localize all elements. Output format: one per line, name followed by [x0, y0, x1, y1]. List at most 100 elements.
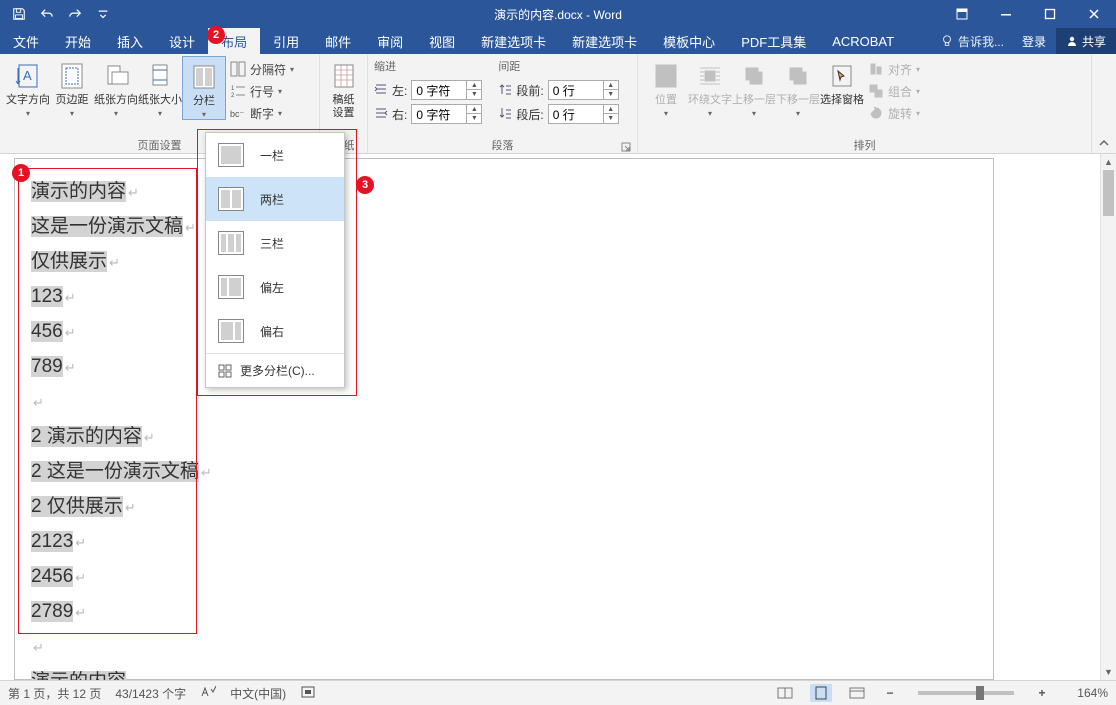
- document-line[interactable]: 仅供展示↵: [31, 245, 977, 280]
- save-button[interactable]: [6, 2, 32, 26]
- document-line[interactable]: ↵: [31, 385, 977, 420]
- status-word-count[interactable]: 43/1423 个字: [115, 685, 186, 702]
- tab-design[interactable]: 设计: [156, 28, 208, 54]
- minimize-button[interactable]: [984, 0, 1028, 28]
- group-icon: [868, 83, 884, 99]
- selection-pane-button[interactable]: 选择窗格: [820, 56, 864, 107]
- manuscript-button[interactable]: 稿纸设置: [326, 56, 361, 120]
- scroll-track[interactable]: [1101, 170, 1116, 664]
- document-line[interactable]: 789↵: [31, 350, 977, 385]
- document-line[interactable]: 2123↵: [31, 525, 977, 560]
- size-button[interactable]: 纸张大小▾: [138, 56, 182, 118]
- document-line[interactable]: 这是一份演示文稿↵: [31, 210, 977, 245]
- send-backward-button: 下移一层▾: [776, 56, 820, 118]
- document-line[interactable]: 2789↵: [31, 595, 977, 630]
- breaks-button[interactable]: 分隔符▾: [230, 58, 294, 80]
- tab-pdf[interactable]: PDF工具集: [728, 28, 819, 54]
- zoom-out-button[interactable]: −: [882, 686, 898, 700]
- document-line[interactable]: 演示的内容↵: [31, 175, 977, 210]
- spacing-after-spinner[interactable]: 段后: ▲▼: [498, 104, 618, 124]
- bring-forward-button: 上移一层▾: [732, 56, 776, 118]
- document-line[interactable]: 2 仅供展示↵: [31, 490, 977, 525]
- close-button[interactable]: [1072, 0, 1116, 28]
- tab-template[interactable]: 模板中心: [650, 28, 728, 54]
- scroll-down-button[interactable]: ▼: [1101, 664, 1116, 680]
- indent-left-icon: [374, 82, 388, 99]
- zoom-slider[interactable]: [918, 691, 1014, 695]
- indent-right-icon: [374, 106, 388, 123]
- document-page[interactable]: 演示的内容↵这是一份演示文稿↵仅供展示↵123↵456↵789↵↵2 演示的内容…: [14, 158, 994, 680]
- paragraph-group-label: 段落: [374, 137, 631, 153]
- status-macro-icon[interactable]: [300, 684, 316, 703]
- indent-right-input[interactable]: [412, 107, 466, 121]
- document-line[interactable]: 2 演示的内容↵: [31, 420, 977, 455]
- columns-option-left[interactable]: 偏左: [206, 265, 344, 309]
- title-bar: 演示的内容.docx - Word: [0, 0, 1116, 28]
- scroll-thumb[interactable]: [1103, 170, 1114, 216]
- qat-customize-button[interactable]: [90, 2, 116, 26]
- tab-acrobat[interactable]: ACROBAT: [819, 28, 907, 54]
- columns-option-right[interactable]: 偏右: [206, 309, 344, 353]
- ribbon-display-button[interactable]: [940, 0, 984, 28]
- columns-option-two[interactable]: 两栏: [206, 177, 344, 221]
- tab-insert[interactable]: 插入: [104, 28, 156, 54]
- indent-left-spinner[interactable]: 左: ▲▼: [374, 80, 482, 100]
- paragraph-launcher[interactable]: [621, 142, 631, 152]
- columns-option-three[interactable]: 三栏: [206, 221, 344, 265]
- columns-option-more[interactable]: 更多分栏(C)...: [206, 353, 344, 387]
- tab-file[interactable]: 文件: [0, 28, 52, 54]
- columns-icon: [188, 61, 220, 93]
- login-button[interactable]: 登录: [1012, 33, 1056, 50]
- tab-home[interactable]: 开始: [52, 28, 104, 54]
- columns-button[interactable]: 分栏▾: [182, 56, 226, 120]
- tab-newtab2[interactable]: 新建选项卡: [559, 28, 650, 54]
- document-line[interactable]: 2456↵: [31, 560, 977, 595]
- tab-newtab1[interactable]: 新建选项卡: [468, 28, 559, 54]
- zoom-slider-thumb[interactable]: [976, 686, 984, 700]
- group-objects-button: 组合▾: [868, 80, 920, 102]
- tab-references[interactable]: 引用: [260, 28, 312, 54]
- document-area: 演示的内容↵这是一份演示文稿↵仅供展示↵123↵456↵789↵↵2 演示的内容…: [0, 154, 1116, 680]
- margins-icon: [56, 60, 88, 92]
- document-line[interactable]: ↵: [31, 630, 977, 665]
- tell-me-search[interactable]: 告诉我...: [932, 33, 1012, 50]
- status-spellcheck-icon[interactable]: [200, 684, 216, 703]
- text-direction-button[interactable]: A 文字方向▾: [6, 56, 50, 118]
- hyphenation-button[interactable]: bc⁻断字▾: [230, 102, 294, 124]
- tab-review[interactable]: 审阅: [364, 28, 416, 54]
- orientation-button[interactable]: 纸张方向▾: [94, 56, 138, 118]
- undo-button[interactable]: [34, 2, 60, 26]
- redo-button[interactable]: [62, 2, 88, 26]
- document-line[interactable]: 123↵: [31, 280, 977, 315]
- maximize-button[interactable]: [1028, 0, 1072, 28]
- view-read-mode-button[interactable]: [774, 684, 796, 702]
- spacing-before-spinner[interactable]: 段前: ▲▼: [498, 80, 618, 100]
- indent-right-spinner[interactable]: 右: ▲▼: [374, 104, 482, 124]
- document-line[interactable]: 456↵: [31, 315, 977, 350]
- wrap-text-button: 环绕文字▾: [688, 56, 732, 118]
- margins-button[interactable]: 页边距▾: [50, 56, 94, 118]
- zoom-level[interactable]: 164%: [1064, 686, 1108, 700]
- rotate-button: 旋转▾: [868, 102, 920, 124]
- document-line[interactable]: 2 这是一份演示文稿↵: [31, 455, 977, 490]
- scroll-up-button[interactable]: ▲: [1101, 154, 1116, 170]
- annotation-marker-3: 3: [356, 176, 374, 194]
- vertical-scrollbar[interactable]: ▲ ▼: [1100, 154, 1116, 680]
- zoom-in-button[interactable]: +: [1034, 686, 1050, 700]
- line-numbers-button[interactable]: 12行号▾: [230, 80, 294, 102]
- bring-forward-icon: [738, 60, 770, 92]
- status-language[interactable]: 中文(中国): [230, 685, 286, 702]
- view-web-layout-button[interactable]: [846, 684, 868, 702]
- lightbulb-icon: [940, 34, 954, 48]
- view-print-layout-button[interactable]: [810, 684, 832, 702]
- indent-left-input[interactable]: [412, 83, 466, 97]
- status-page[interactable]: 第 1 页，共 12 页: [8, 685, 101, 702]
- tab-view[interactable]: 视图: [416, 28, 468, 54]
- tab-mailings[interactable]: 邮件: [312, 28, 364, 54]
- document-line[interactable]: 演示的内容: [31, 665, 977, 680]
- spacing-after-input[interactable]: [549, 107, 603, 121]
- columns-option-one[interactable]: 一栏: [206, 133, 344, 177]
- share-button[interactable]: 共享: [1056, 28, 1116, 54]
- collapse-ribbon[interactable]: [1092, 54, 1116, 153]
- spacing-before-input[interactable]: [549, 83, 603, 97]
